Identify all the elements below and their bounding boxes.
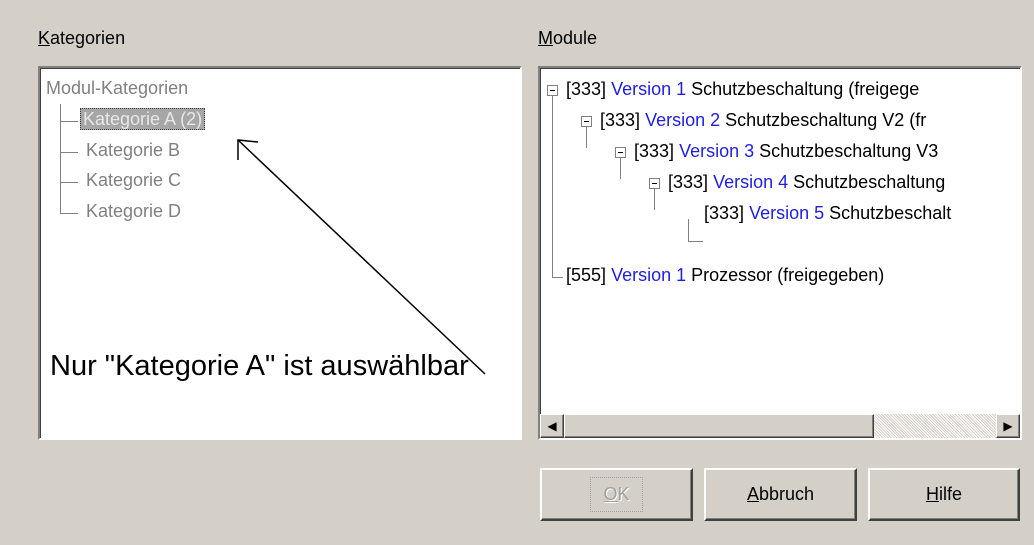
ok-button[interactable]: OK	[540, 468, 693, 521]
tree-connector	[60, 213, 78, 214]
scroll-left-button[interactable]: ◀	[540, 414, 564, 438]
module-id: [333]	[704, 203, 745, 223]
collapse-icon[interactable]	[615, 147, 626, 158]
annotation-arrow	[237, 139, 486, 375]
tree-item-label: Kategorie A (2)	[80, 108, 206, 130]
tree-item-kategorie-c: Kategorie C	[86, 170, 182, 190]
module-row[interactable]: [333] Version 1 Schutzbeschaltung (freig…	[566, 79, 919, 100]
module-text: Schutzbeschaltung V3	[759, 141, 939, 161]
collapse-icon[interactable]	[649, 178, 660, 189]
ok-button-label: OK	[590, 477, 643, 512]
module-version: Version 2	[645, 110, 721, 130]
hilfe-button[interactable]: Hilfe	[868, 468, 1020, 521]
kategorien-label: Kategorien	[38, 28, 125, 49]
module-version: Version 1	[611, 265, 687, 285]
module-text: Schutzbeschaltung (freigege	[691, 79, 920, 99]
module-row[interactable]: [333] Version 2 Schutzbeschaltung V2 (fr	[600, 110, 926, 131]
tree-root-modul-kategorien: Modul-Kategorien	[46, 78, 189, 98]
module-text: Schutzbeschaltung	[793, 172, 946, 192]
module-id: [555]	[566, 265, 607, 285]
tree-connector	[586, 126, 587, 148]
module-label-rest: odule	[553, 28, 598, 48]
module-version: Version 4	[713, 172, 789, 192]
horizontal-scrollbar[interactable]: ◀ ▶	[540, 414, 1020, 438]
tree-connector	[688, 219, 703, 242]
module-version: Version 3	[679, 141, 755, 161]
hilfe-rest: ilfe	[938, 484, 962, 504]
scroll-right-button[interactable]: ▶	[996, 414, 1020, 438]
scroll-thumb[interactable]	[564, 414, 874, 438]
module-row[interactable]: [333] Version 3 Schutzbeschaltung V3	[634, 141, 938, 162]
module-row[interactable]: [555] Version 1 Prozessor (freigegeben)	[566, 265, 884, 286]
tree-connector	[60, 121, 78, 122]
module-id: [333]	[600, 110, 641, 130]
abbruch-button-label: Abbruch	[747, 484, 814, 505]
hilfe-hotkey: H	[925, 484, 939, 504]
collapse-icon[interactable]	[581, 116, 592, 127]
module-id: [333]	[634, 141, 675, 161]
module-version: Version 5	[749, 203, 825, 223]
abbruch-hotkey: A	[746, 484, 759, 504]
module-row[interactable]: [333] Version 5 Schutzbeschalt	[704, 203, 951, 224]
module-text: Prozessor (freigegeben)	[691, 265, 885, 285]
module-text: Schutzbeschaltung V2 (fr	[725, 110, 927, 130]
tree-connector	[552, 95, 563, 278]
tree-connector	[654, 188, 655, 210]
tree-item-kategorie-d: Kategorie D	[86, 201, 182, 221]
arrow-left-icon: ◀	[547, 419, 557, 433]
module-text: Schutzbeschalt	[829, 203, 952, 223]
module-tree[interactable]: [333] Version 1 Schutzbeschaltung (freig…	[538, 66, 1022, 440]
abbruch-button[interactable]: Abbruch	[704, 468, 857, 521]
tree-connector	[60, 182, 78, 183]
module-id: [333]	[668, 172, 709, 192]
kategorien-tree[interactable]: Modul-Kategorien Kategorie A (2) Kategor…	[38, 66, 522, 440]
tree-item-kategorie-a[interactable]: Kategorie A (2)	[80, 108, 206, 130]
module-row[interactable]: [333] Version 4 Schutzbeschaltung	[668, 172, 945, 193]
module-label-hotkey: M	[538, 28, 553, 48]
ok-hotkey: O	[603, 484, 618, 504]
kategorien-label-rest: ategorien	[50, 28, 126, 48]
kategorien-label-hotkey: K	[38, 28, 51, 48]
ok-rest: K	[617, 484, 630, 504]
arrow-right-icon: ▶	[1003, 419, 1013, 433]
tree-item-kategorie-b: Kategorie B	[86, 140, 181, 160]
tree-connector	[60, 152, 78, 153]
hilfe-button-label: Hilfe	[926, 484, 962, 505]
tree-connector	[620, 157, 621, 179]
module-id: [333]	[566, 79, 607, 99]
annotation-text: Nur "Kategorie A" ist auswählbar	[50, 350, 469, 382]
collapse-icon[interactable]	[547, 85, 558, 96]
module-label: Module	[538, 28, 597, 49]
module-version: Version 1	[611, 79, 687, 99]
abbruch-rest: bbruch	[758, 484, 815, 504]
